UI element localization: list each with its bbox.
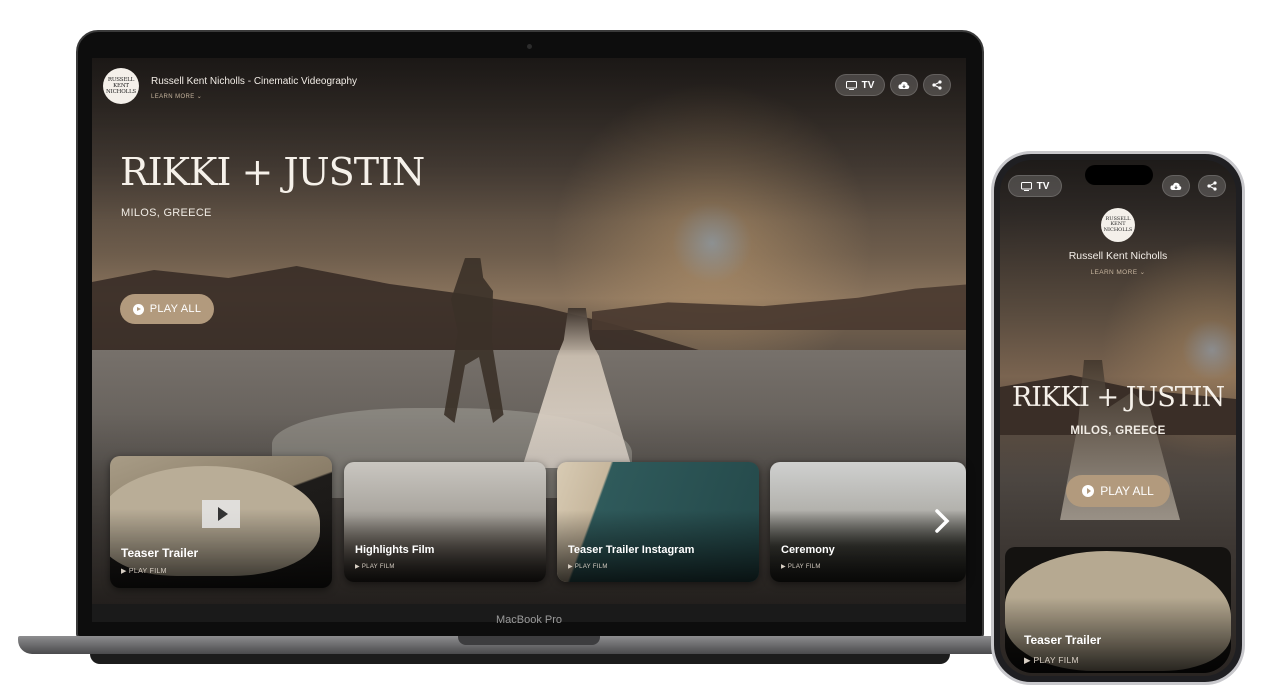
hero-location: MILOS, GREECE: [121, 207, 212, 219]
laptop-brand-label: MacBook Pro: [495, 614, 563, 626]
play-all-button[interactable]: PLAY ALL: [1066, 475, 1170, 507]
chevron-right-icon[interactable]: [930, 506, 954, 536]
hero-title: RIKKI + JUSTIN: [120, 150, 425, 194]
cloud-download-icon: [898, 81, 910, 89]
play-film-link[interactable]: ▶ PLAY FILM: [355, 563, 395, 570]
dynamic-island: [1085, 165, 1153, 185]
tv-button-label: TV: [861, 79, 875, 91]
share-icon: [1207, 181, 1217, 191]
film-card-highlights[interactable]: Highlights Film ▶ PLAY FILM: [344, 462, 546, 582]
play-film-link[interactable]: ▶ PLAY FILM: [568, 563, 608, 570]
tv-button-label: TV: [1036, 180, 1050, 192]
film-title: Teaser Trailer: [1024, 633, 1102, 647]
play-film-link[interactable]: ▶ PLAY FILM: [781, 563, 821, 570]
play-all-button[interactable]: PLAY ALL: [120, 294, 214, 324]
play-circle-icon: [1082, 485, 1095, 497]
play-icon[interactable]: [202, 500, 240, 528]
cloud-download-icon: [1170, 182, 1182, 190]
brand-logo[interactable]: RUSSELL KENT NICHOLLS: [1101, 208, 1135, 242]
film-card-teaser-trailer[interactable]: Teaser Trailer ▶ PLAY FILM: [110, 456, 332, 588]
play-circle-icon: [132, 303, 144, 315]
film-title: Ceremony: [781, 544, 835, 556]
tv-button[interactable]: TV: [835, 74, 885, 96]
tv-button[interactable]: TV: [1008, 175, 1062, 197]
site-title: Russell Kent Nicholls: [1068, 250, 1168, 262]
play-film-link[interactable]: ▶ PLAY FILM: [1024, 655, 1079, 666]
brand-logo[interactable]: RUSSELL KENT NICHOLLS: [103, 68, 139, 104]
film-card-teaser-trailer[interactable]: Teaser Trailer ▶ PLAY FILM: [1005, 547, 1231, 673]
share-icon: [932, 80, 942, 90]
laptop-camera: [527, 44, 532, 49]
hero-title: RIKKI + JUSTIN: [1011, 382, 1225, 413]
laptop-foot: [90, 654, 950, 664]
film-title: Teaser Trailer Instagram: [568, 544, 695, 556]
brand-logo-text: RUSSELL KENT NICHOLLS: [1103, 215, 1133, 233]
share-button[interactable]: [923, 74, 951, 96]
download-button[interactable]: [1162, 175, 1190, 197]
learn-more-link[interactable]: LEARN MORE ⌄: [1000, 268, 1236, 276]
film-card-teaser-instagram[interactable]: Teaser Trailer Instagram ▶ PLAY FILM: [557, 462, 759, 582]
site-title: Russell Kent Nicholls - Cinematic Videog…: [151, 76, 358, 87]
play-all-label: PLAY ALL: [1100, 484, 1154, 498]
laptop-chin: MacBook Pro: [92, 604, 966, 626]
download-button[interactable]: [890, 74, 918, 96]
film-title: Teaser Trailer: [121, 546, 199, 560]
tv-icon: [845, 80, 857, 90]
play-all-label: PLAY ALL: [149, 303, 202, 315]
film-title: Highlights Film: [355, 544, 435, 556]
hero-location: MILOS, GREECE: [1070, 425, 1166, 437]
learn-more-link[interactable]: LEARN MORE ⌄: [151, 93, 202, 100]
share-button[interactable]: [1198, 175, 1226, 197]
brand-logo-text: RUSSELL KENT NICHOLLS: [106, 77, 136, 95]
laptop-notch: [458, 636, 600, 645]
tv-icon: [1020, 181, 1032, 191]
play-film-link[interactable]: ▶ PLAY FILM: [121, 567, 167, 575]
